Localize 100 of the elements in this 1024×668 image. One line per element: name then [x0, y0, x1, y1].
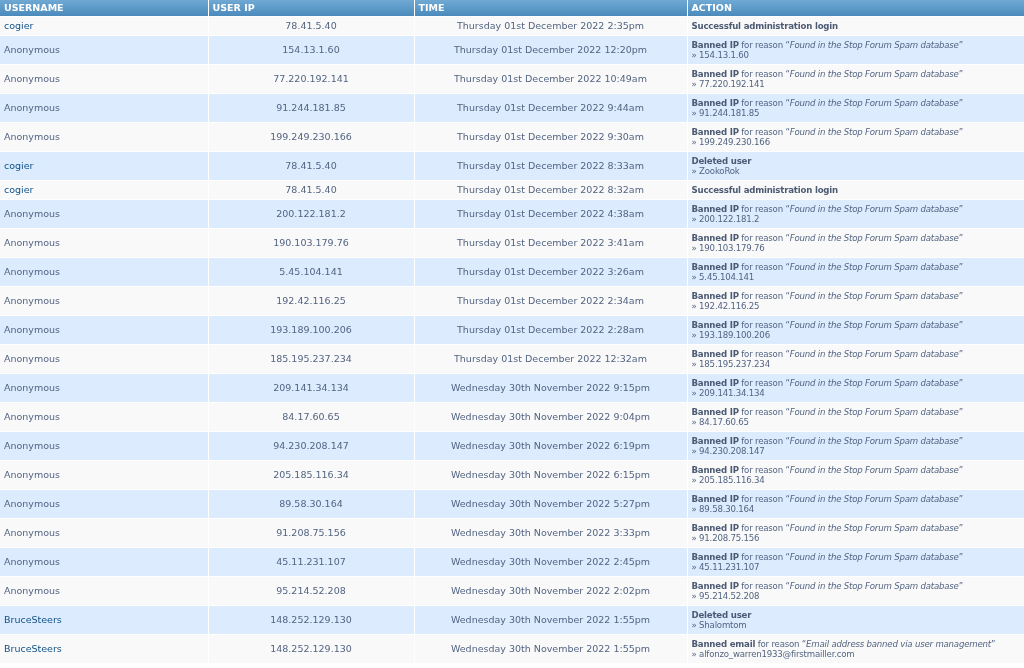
log-time: Thursday 01st December 2022 8:33am: [457, 160, 644, 171]
log-time: Thursday 01st December 2022 3:41am: [457, 237, 644, 248]
ip-address: 78.41.5.40: [285, 160, 337, 171]
log-time: Thursday 01st December 2022 9:30am: [457, 131, 644, 142]
username-link[interactable]: cogier: [4, 160, 34, 171]
action-detail: » 77.220.192.141: [691, 79, 766, 89]
ip-address: 78.41.5.40: [285, 184, 337, 195]
action-detail: » 84.17.60.65: [691, 417, 750, 427]
action-detail: » 91.208.75.156: [691, 533, 761, 543]
action-text: Banned IP for reason “Found in the Stop Forum Spam database”: [691, 262, 964, 272]
action-text: Banned IP for reason “Found in the Stop Forum Spam database”: [691, 204, 964, 214]
username-text: Anonymous: [4, 498, 60, 509]
log-time: Thursday 01st December 2022 2:28am: [457, 324, 644, 335]
action-detail: » 94.230.208.147: [691, 446, 766, 456]
ip-address: 95.214.52.208: [276, 585, 346, 596]
action-detail: » 209.141.34.134: [691, 388, 766, 398]
ip-address: 192.42.116.25: [276, 295, 346, 306]
action-detail: » 91.244.181.85: [691, 108, 761, 118]
log-time: Wednesday 30th November 2022 2:45pm: [450, 556, 651, 567]
log-time: Thursday 01st December 2022 2:34am: [457, 295, 644, 306]
log-time: Thursday 01st December 2022 12:20pm: [453, 44, 648, 55]
ip-address: 84.17.60.65: [282, 411, 340, 422]
action-detail: » 5.45.104.141: [691, 272, 756, 282]
ip-address: 89.58.30.164: [279, 498, 343, 509]
action-text: Banned email for reason “Email address banned via user management”: [691, 639, 997, 649]
action-text: Banned IP for reason “Found in the Stop Forum Spam database”: [691, 494, 964, 504]
action-text: Banned IP for reason “Found in the Stop Forum Spam database”: [691, 127, 964, 137]
log-time: Wednesday 30th November 2022 9:04pm: [450, 411, 651, 422]
ip-address: 193.189.100.206: [270, 324, 352, 335]
ip-address: 77.220.192.141: [273, 73, 349, 84]
log-time: Wednesday 30th November 2022 6:15pm: [450, 469, 651, 480]
ip-address: 148.252.129.130: [270, 614, 352, 625]
username-text: Anonymous: [4, 295, 60, 306]
ip-address: 91.244.181.85: [276, 102, 346, 113]
log-time: Wednesday 30th November 2022 1:55pm: [450, 643, 651, 654]
ip-address: 209.141.34.134: [273, 382, 349, 393]
username-text: Anonymous: [4, 556, 60, 567]
column-header: USER IP: [208, 0, 414, 17]
username-text: Anonymous: [4, 469, 60, 480]
column-header: USERNAME: [0, 0, 208, 17]
log-time: Wednesday 30th November 2022 9:15pm: [450, 382, 651, 393]
log-time: Thursday 01st December 2022 2:35pm: [456, 20, 645, 31]
log-time: Wednesday 30th November 2022 3:33pm: [450, 527, 651, 538]
action-text: Banned IP for reason “Found in the Stop Forum Spam database”: [691, 552, 964, 562]
ip-address: 199.249.230.166: [270, 131, 352, 142]
action-detail: » 192.42.116.25: [691, 301, 761, 311]
log-time: Thursday 01st December 2022 10:49am: [454, 73, 647, 84]
username-link[interactable]: cogier: [4, 20, 34, 31]
action-detail: » Shalomtom: [691, 620, 748, 630]
action-text: Banned IP for reason “Found in the Stop Forum Spam database”: [691, 407, 964, 417]
username-text: Anonymous: [4, 382, 60, 393]
ip-address: 205.185.116.34: [273, 469, 349, 480]
action-text: Banned IP for reason “Found in the Stop Forum Spam database”: [691, 523, 964, 533]
log-time: Wednesday 30th November 2022 5:27pm: [450, 498, 651, 509]
ip-address: 78.41.5.40: [285, 20, 337, 31]
column-header: ACTION: [687, 0, 1024, 17]
username-text: Anonymous: [4, 527, 60, 538]
action-text: Banned IP for reason “Found in the Stop Forum Spam database”: [691, 320, 964, 330]
username-text: Anonymous: [4, 353, 60, 364]
username-text: Anonymous: [4, 208, 60, 219]
action-text: Banned IP for reason “Found in the Stop Forum Spam database”: [691, 378, 964, 388]
action-text: Banned IP for reason “Found in the Stop Forum Spam database”: [691, 349, 964, 359]
column-header: TIME: [414, 0, 687, 17]
action-text: Banned IP for reason “Found in the Stop Forum Spam database”: [691, 581, 964, 591]
log-time: Wednesday 30th November 2022 6:19pm: [450, 440, 651, 451]
ip-address: 190.103.179.76: [273, 237, 349, 248]
username-text: Anonymous: [4, 411, 60, 422]
action-detail: » 45.11.231.107: [691, 562, 761, 572]
log-time: Wednesday 30th November 2022 2:02pm: [450, 585, 651, 596]
username-text: Anonymous: [4, 324, 60, 335]
action-text: Banned IP for reason “Found in the Stop Forum Spam database”: [691, 436, 964, 446]
action-text: Banned IP for reason “Found in the Stop Forum Spam database”: [691, 465, 964, 475]
action-text: Deleted user: [691, 610, 753, 620]
username-text: Anonymous: [4, 585, 60, 596]
action-text: Banned IP for reason “Found in the Stop Forum Spam database”: [691, 40, 964, 50]
log-time: Thursday 01st December 2022 4:38am: [457, 208, 644, 219]
ip-address: 148.252.129.130: [270, 643, 352, 654]
action-text: Banned IP for reason “Found in the Stop Forum Spam database”: [691, 233, 964, 243]
action-text: Successful administration login: [691, 21, 839, 31]
username-text: Anonymous: [4, 440, 60, 451]
action-detail: » 199.249.230.166: [691, 137, 771, 147]
ip-address: 91.208.75.156: [276, 527, 346, 538]
username-link[interactable]: BruceSteers: [4, 643, 62, 654]
action-detail: » 185.195.237.234: [691, 359, 771, 369]
username-text: Anonymous: [4, 44, 60, 55]
ip-address: 154.13.1.60: [282, 44, 340, 55]
action-detail: » 193.189.100.206: [691, 330, 771, 340]
action-detail: » 200.122.181.2: [691, 214, 761, 224]
username-link[interactable]: BruceSteers: [4, 614, 62, 625]
action-detail: » 89.58.30.164: [691, 504, 756, 514]
action-text: Deleted user: [691, 156, 753, 166]
log-time: Thursday 01st December 2022 12:32am: [454, 353, 647, 364]
action-text: Banned IP for reason “Found in the Stop Forum Spam database”: [691, 69, 964, 79]
action-text: Banned IP for reason “Found in the Stop Forum Spam database”: [691, 291, 964, 301]
username-link[interactable]: cogier: [4, 184, 34, 195]
ip-address: 200.122.181.2: [276, 208, 346, 219]
ip-address: 185.195.237.234: [270, 353, 352, 364]
action-detail: » 154.13.1.60: [691, 50, 750, 60]
action-text: Successful administration login: [691, 185, 839, 195]
ip-address: 5.45.104.141: [279, 266, 343, 277]
